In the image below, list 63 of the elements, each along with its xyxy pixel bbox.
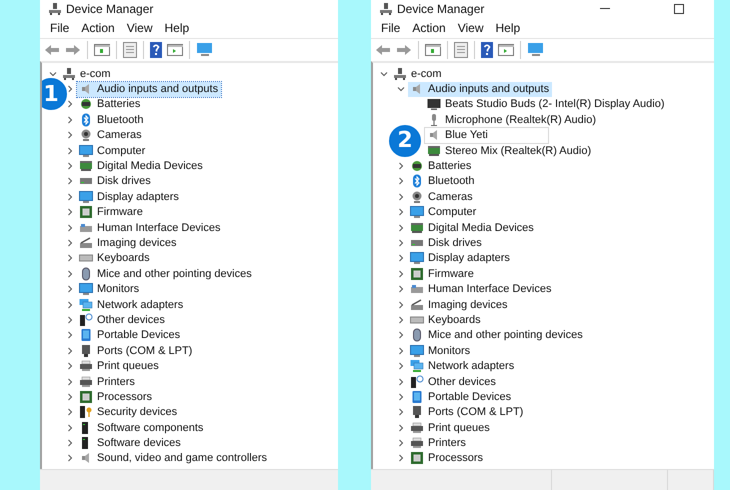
tree-item[interactable]: Imaging devices [77,235,180,250]
step-badge: 1 [42,76,69,112]
tree-item[interactable]: Audio inputs and outputs [77,82,222,97]
tree-item[interactable]: Display adapters [408,250,513,266]
tree-item[interactable]: Microphone (Realtek(R) Audio) [425,112,600,128]
tree-item[interactable]: Portable Devices [408,389,514,404]
tree-item[interactable]: Printers [408,436,469,451]
menu-item[interactable]: Action [75,19,121,37]
tree-item[interactable]: Monitors [77,282,142,297]
tree-item[interactable]: Mice and other pointing devices [77,266,255,282]
tree-item[interactable]: Batteries [77,96,144,112]
tree-item[interactable]: Bluetooth [408,174,478,189]
tree-item[interactable]: Computer [408,204,480,220]
tree-item[interactable]: Audio inputs and outputs [408,82,552,97]
tree-item[interactable]: Blue Yeti [425,128,548,143]
menu-item[interactable]: View [452,19,490,37]
tree-item[interactable]: Ports (COM & LPT) [408,404,526,420]
tree-item[interactable]: Software devices [77,436,184,451]
tree-item[interactable]: Cameras [408,189,476,204]
tree-item[interactable]: Firmware [408,266,477,282]
menu-item[interactable]: View [120,19,158,37]
tree-item[interactable]: Other devices [77,312,168,328]
tree-item[interactable]: Computer [77,143,148,158]
tree-item[interactable]: Stereo Mix (Realtek(R) Audio) [425,143,594,158]
tree-item[interactable]: Keyboards [408,312,484,328]
menu-item[interactable]: Help [158,19,196,37]
tree-item[interactable]: Firmware [77,204,146,220]
window-title: Device Manager [397,2,486,16]
tree-item[interactable]: Batteries [408,158,474,174]
tree-item[interactable]: Disk drives [77,174,154,189]
menu-item[interactable]: Help [490,19,526,37]
tree-item[interactable]: Print queues [408,420,493,436]
tree-item[interactable]: Sound, video and game controllers [77,450,270,466]
tree-item[interactable]: Digital Media Devices [408,220,537,236]
tree-item[interactable]: e-com [391,66,445,82]
tree-item[interactable]: Network adapters [77,297,186,312]
tree-item[interactable]: Software components [77,420,206,436]
tree-item[interactable]: Imaging devices [408,297,510,312]
tree-item[interactable]: Processors [77,389,156,404]
tree-item[interactable]: Printers [77,374,138,389]
menu-item[interactable]: File [375,19,406,37]
tree-item[interactable]: Keyboards [77,250,153,266]
tree-item[interactable]: Digital Media Devices [77,158,206,174]
tree-item[interactable]: Bluetooth [77,112,146,128]
tree-item[interactable]: Portable Devices [77,328,184,343]
window-title: Device Manager [66,2,154,16]
step-badge: 2 [387,122,423,159]
tree-item[interactable]: Human Interface Devices [408,282,554,297]
tree-item[interactable]: Beats Studio Buds (2- Intel(R) Display Audio) [425,96,668,112]
tree-item[interactable]: Disk drives [408,235,485,250]
tree-item[interactable]: Processors [408,450,486,466]
tree-item[interactable]: Cameras [77,128,145,143]
tree-item[interactable]: Other devices [408,374,499,389]
tree-item[interactable]: Ports (COM & LPT) [77,343,196,358]
tree-item[interactable]: Display adapters [77,189,182,204]
menu-item[interactable]: File [44,19,76,37]
tree-item[interactable]: Print queues [77,358,162,374]
tree-item[interactable]: Human Interface Devices [77,220,224,236]
tree-item[interactable]: Mice and other pointing devices [408,328,586,343]
tree-item[interactable]: Security devices [77,404,180,420]
tree-item[interactable]: Network adapters [408,358,518,374]
menu-item[interactable]: Action [406,19,452,37]
tree-item[interactable]: Monitors [408,343,474,358]
